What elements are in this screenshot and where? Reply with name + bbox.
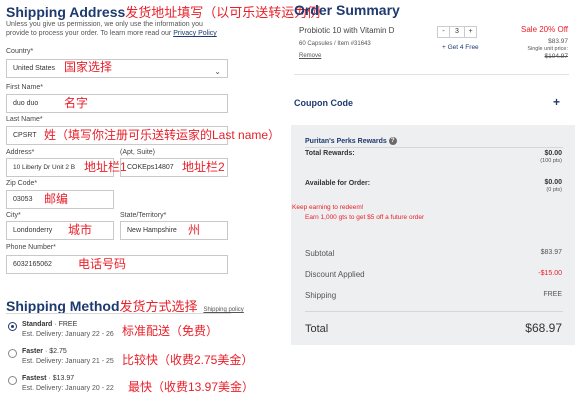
zip-label: Zip Code* — [6, 180, 38, 187]
standard-annotation: 标准配送（免费） — [122, 324, 219, 338]
available-label: Available for Order: — [305, 180, 371, 187]
remove-link[interactable]: Remove — [299, 53, 321, 59]
fastest-option[interactable]: Fastest · $13.97 — [22, 375, 74, 382]
last-name-label: Last Name* — [6, 116, 43, 123]
total-rewards-pts: (100 pts) — [540, 158, 562, 164]
city-annotation: 城市 — [68, 223, 93, 237]
total-rewards-value: $0.00 — [544, 150, 562, 157]
apt-label: (Apt, Suite) — [120, 149, 156, 156]
phone-label: Phone Number* — [6, 244, 56, 251]
qty-value[interactable]: 3 — [450, 27, 464, 37]
privacy-policy-link[interactable]: Privacy Policy — [173, 30, 217, 37]
plus-icon[interactable]: + — [553, 95, 560, 109]
phone-annotation: 电话号码 — [78, 257, 127, 271]
total-label: Total — [305, 323, 329, 335]
first-name-field[interactable]: duo duo — [6, 94, 228, 113]
info-icon[interactable]: ? — [388, 137, 397, 145]
total-rewards-label: Total Rewards: — [305, 150, 355, 157]
faster-name: Faster — [22, 348, 44, 355]
perks-divider — [305, 147, 563, 148]
address-annotation: 地址栏1 — [84, 160, 127, 174]
city-value: Londonderry — [13, 227, 53, 234]
state-select[interactable]: New Hampshire — [120, 221, 228, 240]
intro-text-1: Unless you give us permission, we only u… — [6, 21, 203, 28]
zip-annotation: 邮编 — [44, 192, 69, 206]
discount-label: Discount Applied — [305, 270, 365, 279]
unit-price-label: Single unit price: — [527, 46, 568, 52]
subtotal-value: $83.97 — [540, 249, 562, 256]
first-name-annotation: 名字 — [64, 96, 89, 110]
zip-value: 03053 — [13, 196, 33, 203]
perks-title: Puritan's Perks Rewards ? — [305, 137, 397, 145]
standard-radio[interactable] — [8, 322, 17, 331]
faster-price: $2.75 — [49, 348, 67, 355]
perks-title-text: Puritan's Perks Rewards — [305, 137, 387, 145]
fastest-name: Fastest — [22, 375, 47, 382]
qty-plus-button[interactable]: + — [464, 27, 476, 37]
state-annotation: 州 — [188, 223, 201, 237]
shipping-address-annotation: 发货地址填写（以可乐送转运为例 — [125, 5, 321, 20]
apt-value: COKEps14807 — [127, 164, 174, 171]
quantity-stepper[interactable]: - 3 + — [437, 26, 477, 38]
totals-divider — [305, 311, 563, 312]
product-details: 60 Capsules / Item #31643 — [299, 41, 371, 47]
subtotal-label: Subtotal — [305, 249, 335, 258]
country-select[interactable]: United States ⌄ — [6, 59, 228, 78]
last-name-annotation: 姓（填写你注册可乐送转运家的Last name） — [44, 128, 281, 142]
sale-label: Sale 20% Off — [521, 25, 568, 34]
coupon-code-label[interactable]: Coupon Code — [294, 98, 353, 108]
get-free-promo[interactable]: + Get 4 Free — [442, 44, 479, 51]
faster-annotation: 比较快（收费2.75美金） — [122, 353, 254, 367]
country-value: United States — [13, 65, 56, 72]
country-label: Country* — [6, 48, 34, 55]
address-value: 10 Liberty Dr Unit 2 B — [13, 164, 76, 171]
first-name-value: duo duo — [13, 100, 39, 107]
first-name-label: First Name* — [6, 84, 43, 91]
available-pts: (0 pts) — [546, 187, 562, 193]
intro-text-2: provide to process your order. To learn … — [6, 30, 217, 37]
country-annotation: 国家选择 — [64, 60, 113, 74]
shipping-method-annotation: 发货方式选择 — [119, 299, 198, 314]
earn-more-text: Earn 1,000 gts to get $5 off a future or… — [305, 214, 425, 221]
shipping-value: FREE — [543, 291, 562, 298]
shipping-method-heading: Shipping Method — [6, 298, 120, 314]
apt-annotation: 地址栏2 — [182, 160, 225, 174]
fastest-delivery: Est. Delivery: January 20 - 22 — [22, 385, 114, 392]
address-label: Address* — [6, 149, 35, 156]
fastest-price: $13.97 — [52, 375, 75, 382]
available-value: $0.00 — [544, 179, 562, 186]
standard-price: FREE — [58, 321, 78, 328]
item-price: $83.97 — [548, 38, 568, 45]
summary-divider — [294, 74, 569, 75]
state-label: State/Territory* — [120, 212, 167, 219]
shipping-label: Shipping — [305, 291, 337, 300]
shipping-address-title: Shipping Address发货地址填写（以可乐送转运为例 — [6, 2, 320, 21]
standard-name: Standard — [22, 321, 53, 328]
shipping-method-divider — [6, 313, 231, 314]
qty-minus-button[interactable]: - — [438, 27, 450, 37]
chevron-down-icon: ⌄ — [214, 67, 221, 76]
faster-option[interactable]: Faster · $2.75 — [22, 348, 67, 355]
phone-value: 6032165062 — [13, 261, 52, 268]
city-label: City* — [6, 212, 21, 219]
state-value: New Hampshire — [127, 227, 177, 234]
fastest-annotation: 最快（收费13.97美金） — [128, 380, 255, 394]
standard-delivery: Est. Delivery: January 22 - 26 — [22, 331, 114, 338]
standard-option[interactable]: Standard · FREE — [22, 321, 77, 328]
discount-value: -$15.00 — [538, 270, 562, 277]
faster-delivery: Est. Delivery: January 21 - 25 — [22, 358, 114, 365]
total-value: $68.97 — [525, 321, 562, 335]
keep-earning-text: Keep earning to redeem! — [292, 204, 364, 211]
last-name-value: CPSRT — [13, 132, 37, 139]
intro-text-prefix: provide to process your order. To learn … — [6, 30, 174, 37]
shipping-address-heading: Shipping Address — [6, 4, 126, 20]
product-name: Probiotic 10 with Vitamin D — [299, 26, 395, 35]
fastest-radio[interactable] — [8, 376, 17, 385]
faster-radio[interactable] — [8, 349, 17, 358]
city-field[interactable]: Londonderry — [6, 221, 114, 240]
original-price: $104.97 — [544, 53, 569, 60]
order-summary-title: Order Summary — [294, 2, 400, 18]
